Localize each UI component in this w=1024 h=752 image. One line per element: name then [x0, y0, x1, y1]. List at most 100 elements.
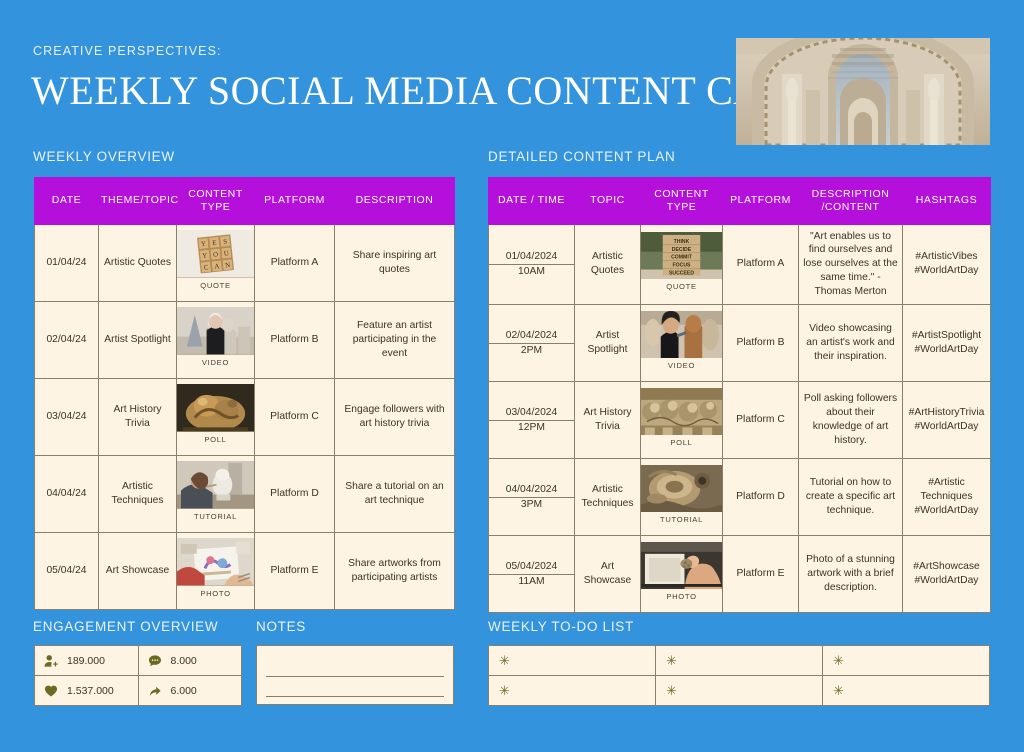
notes-line [266, 696, 444, 697]
table-row[interactable]: 02/04/24 Artist Spotlight VIDEO Platform… [34, 300, 455, 379]
cell-date: 01/04/2024 [489, 250, 574, 265]
svg-text:SUCCEED: SUCCEED [669, 270, 694, 276]
asterisk-bullet-icon: ✳ [666, 652, 677, 668]
svg-text:THINK: THINK [674, 239, 690, 245]
thumbnail-caption: QUOTE [177, 277, 254, 295]
cell-platform: Platform C [722, 381, 799, 460]
cell-platform: Platform C [254, 377, 335, 456]
column-header-date: DATE [34, 177, 99, 225]
cell-hashtags: #ArtHistoryTrivia #WorldArtDay [902, 381, 991, 460]
stat-shares: 6.000 [148, 684, 236, 698]
svg-text:U: U [224, 251, 230, 258]
engagement-cell-comments: 8.000 [137, 645, 242, 676]
comment-icon [148, 654, 162, 668]
notes-line [266, 676, 444, 677]
column-header-platform: PLATFORM [254, 177, 335, 225]
cell-platform: Platform B [254, 300, 335, 379]
weekly-todo-table: ✳ ✳ ✳ ✳ ✳ ✳ [488, 645, 990, 706]
cell-hashtags: #Artistic Techniques #WorldArtDay [902, 458, 991, 537]
thumbnail-image [177, 384, 254, 432]
table-row[interactable]: 03/04/24 Art History Trivia POLL Platfor… [34, 377, 455, 456]
engagement-cell-shares: 6.000 [137, 675, 242, 706]
stat-followers: 189.000 [44, 654, 132, 668]
thumbnail-caption: QUOTE [641, 279, 722, 297]
cell-time: 11AM [518, 575, 545, 587]
cell-platform: Platform A [254, 223, 335, 302]
cell-time: 10AM [518, 265, 545, 277]
media-thumbnail-tutorial: TUTORIAL [641, 464, 722, 530]
cell-topic: Art History Trivia [574, 381, 641, 460]
cell-hashtags: #ArtisticVibes #WorldArtDay [902, 223, 991, 306]
thumbnail-image: THINK DECIDE COMMIT FOCUS SUCCEED [641, 231, 722, 280]
cell-topic: Artist Spotlight [574, 304, 641, 383]
todo-cell[interactable]: ✳ [655, 675, 823, 706]
cell-content-type: PHOTO [176, 531, 255, 610]
media-thumbnail-video: VIDEO [641, 310, 722, 376]
cell-topic: Artistic Techniques [574, 458, 641, 537]
thumbnail-image [641, 387, 722, 436]
cell-description: "Art enables us to find ourselves and lo… [798, 223, 903, 306]
thumbnail-caption: VIDEO [641, 358, 722, 376]
media-thumbnail-tutorial: TUTORIAL [177, 461, 254, 526]
thumbnail-caption: PHOTO [641, 589, 722, 607]
cell-description: Video showcasing an artist's work and th… [798, 304, 903, 383]
table-row[interactable]: 05/04/2024 11AM Art Showcase PHOTO Platf… [488, 535, 991, 614]
notes-box[interactable] [256, 645, 454, 705]
todo-cell[interactable]: ✳ [488, 675, 656, 706]
todo-row: ✳ ✳ ✳ [488, 675, 990, 706]
cell-theme: Art Showcase [98, 531, 177, 610]
asterisk-bullet-icon: ✳ [833, 682, 844, 698]
thumbnail-image: YES YOU CAN [177, 230, 254, 278]
table-row[interactable]: 02/04/2024 2PM Artist Spotlight VIDEO Pl… [488, 304, 991, 383]
media-thumbnail-poll: POLL [177, 384, 254, 449]
todo-cell[interactable]: ✳ [488, 645, 656, 676]
svg-text:A: A [214, 263, 220, 270]
column-header-platform: PLATFORM [722, 177, 799, 225]
cell-time: 2PM [520, 344, 543, 356]
todo-cell[interactable]: ✳ [822, 645, 990, 676]
table-row[interactable]: 04/04/24 Artistic Techniques TUTORIAL Pl… [34, 454, 455, 533]
cell-time: 3PM [520, 498, 543, 510]
section-label-notes: NOTES [256, 619, 307, 634]
section-label-engagement: ENGAGEMENT OVERVIEW [33, 619, 219, 634]
table-row[interactable]: 04/04/2024 3PM Artistic Techniques TUTOR… [488, 458, 991, 537]
svg-text:Y: Y [201, 241, 207, 248]
cell-topic: Artistic Quotes [574, 223, 641, 306]
engagement-cell-followers: 189.000 [34, 645, 139, 676]
engagement-row: 1.537.000 6.000 [34, 675, 242, 706]
table-row[interactable]: 05/04/24 Art Showcase PHOTO Platform E S… [34, 531, 455, 610]
thumbnail-caption: VIDEO [177, 354, 254, 372]
engagement-overview-table: 189.000 8.000 1.537.000 6.000 [34, 645, 242, 706]
weekly-overview-table: DATE THEME/TOPIC CONTENT TYPE PLATFORM D… [34, 177, 455, 610]
cell-theme: Artistic Techniques [98, 454, 177, 533]
column-header-hashtags: HASHTAGS [902, 177, 991, 225]
cell-description: Share inspiring art quotes [334, 223, 455, 302]
cell-date: 01/04/24 [34, 223, 99, 302]
followers-icon [44, 654, 58, 668]
cell-content-type: TUTORIAL [176, 454, 255, 533]
thumbnail-image [177, 461, 254, 509]
hero-image [736, 38, 990, 145]
cell-content-type: POLL [176, 377, 255, 456]
table-row[interactable]: 03/04/2024 12PM Art History Trivia POLL … [488, 381, 991, 460]
thumbnail-image [641, 464, 722, 513]
column-header-description: DESCRIPTION [334, 177, 455, 225]
todo-cell[interactable]: ✳ [655, 645, 823, 676]
cell-description: Share artworks from participating artist… [334, 531, 455, 610]
date-time-split: 03/04/2024 12PM [489, 406, 574, 435]
column-header-content-type: CONTENT TYPE [640, 177, 723, 225]
eyebrow-text: CREATIVE PERSPECTIVES: [33, 44, 222, 58]
stat-value: 8.000 [170, 654, 197, 667]
cell-theme: Art History Trivia [98, 377, 177, 456]
cell-platform: Platform E [254, 531, 335, 610]
table-header-row: DATE / TIME TOPIC CONTENT TYPE PLATFORM … [488, 177, 991, 225]
table-row[interactable]: 01/04/24 Artistic Quotes Y E S Y O U C A… [34, 223, 455, 302]
engagement-row: 189.000 8.000 [34, 645, 242, 676]
table-row[interactable]: 01/04/2024 10AM Artistic Quotes THINK DE… [488, 223, 991, 306]
cell-description: Tutorial on how to create a specific art… [798, 458, 903, 537]
date-time-split: 05/04/2024 11AM [489, 560, 574, 589]
stat-value: 1.537.000 [67, 684, 114, 697]
svg-text:Y: Y [202, 253, 208, 260]
cell-date: 05/04/2024 [489, 560, 574, 575]
todo-cell[interactable]: ✳ [822, 675, 990, 706]
